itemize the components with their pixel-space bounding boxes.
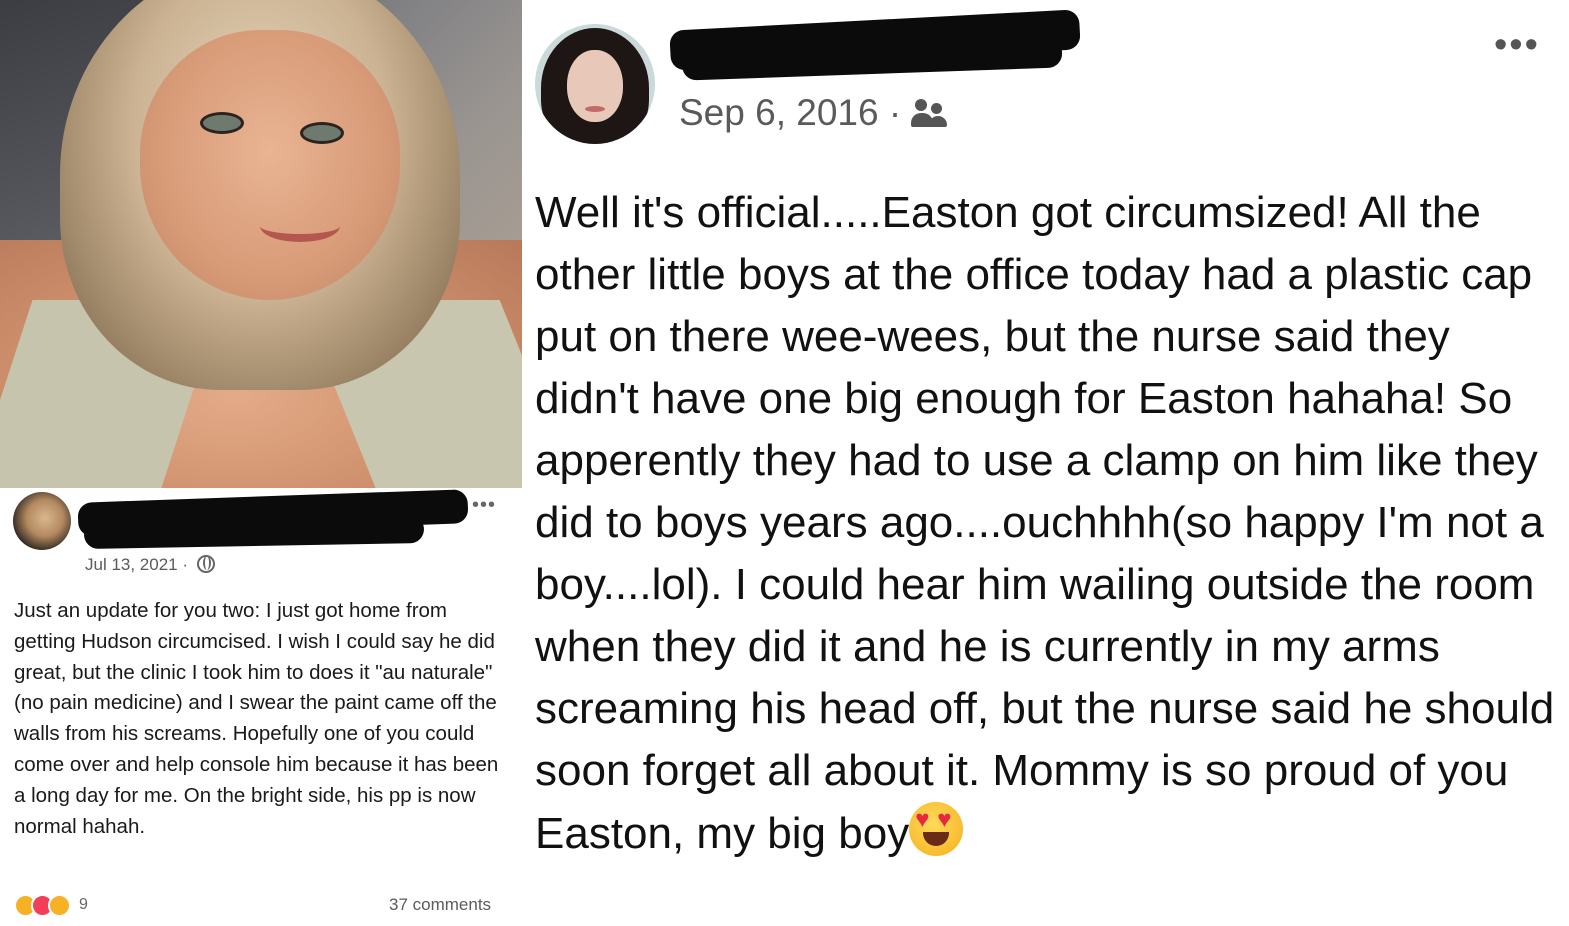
more-options-button[interactable]: ••• [472, 494, 496, 517]
avatar[interactable] [13, 492, 71, 550]
left-panel: ••• Jul 13, 2021 · Just an update for yo… [0, 0, 522, 926]
post-date-label: Jul 13, 2021 · [85, 555, 189, 574]
post-text: Well it's official.....Easton got circum… [535, 182, 1565, 865]
post-date[interactable]: Jul 13, 2021 · [85, 555, 215, 575]
post-card-2016: ••• Sep 6, 2016 · Well it's official....… [522, 0, 1569, 926]
friends-icon [911, 97, 949, 129]
post-card-2021: ••• Jul 13, 2021 · Just an update for yo… [0, 488, 522, 926]
selfie-photo [0, 0, 522, 488]
reaction-count: 9 [79, 896, 88, 913]
post-text: Just an update for you two: I just got h… [14, 599, 499, 838]
reactions-bar[interactable]: 9 [14, 893, 88, 917]
post-text-body: Well it's official.....Easton got circum… [535, 188, 1555, 858]
heart-eyes-emoji-icon [909, 802, 964, 856]
comments-link[interactable]: 37 comments [389, 895, 491, 915]
post-date[interactable]: Sep 6, 2016 · [679, 92, 949, 134]
more-options-button[interactable]: ••• [1494, 24, 1540, 67]
avatar[interactable] [535, 24, 655, 144]
post-date-label: Sep 6, 2016 · [679, 92, 902, 133]
sad-reaction-icon [48, 893, 71, 917]
redacted-name-2 [83, 515, 425, 549]
globe-icon [196, 555, 215, 573]
